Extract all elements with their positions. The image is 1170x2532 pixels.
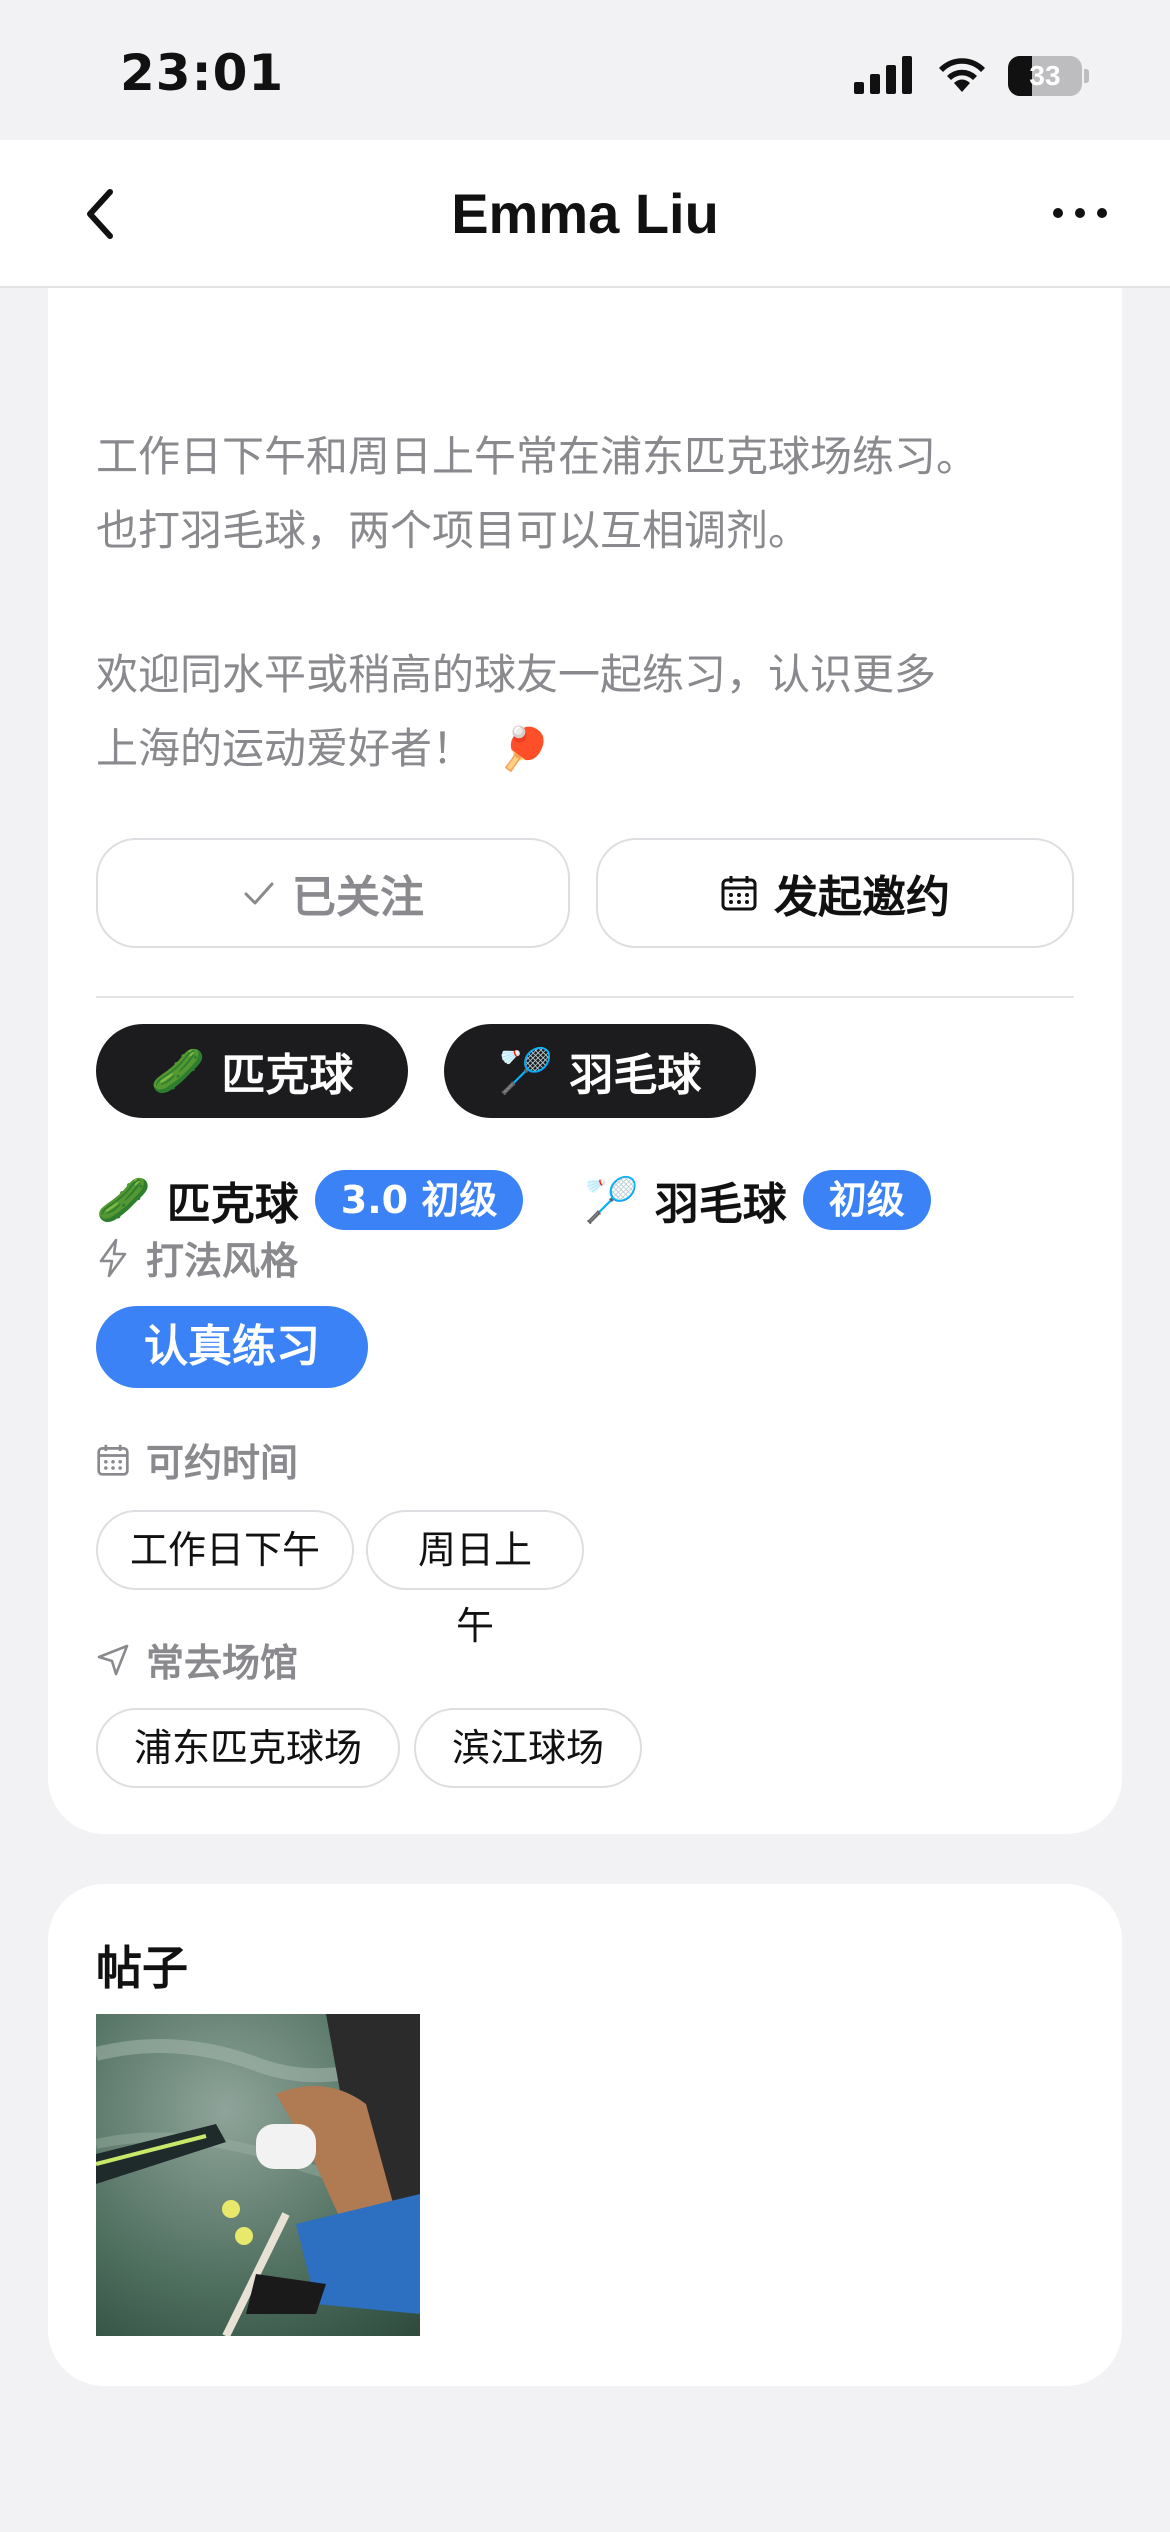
badminton-emoji: 🏸 xyxy=(498,1046,554,1097)
status-bar: 23:01 33 xyxy=(0,0,1170,140)
battery-percent: 33 xyxy=(1029,60,1061,91)
venues-heading: 常去场馆 xyxy=(96,1632,298,1687)
posts-card: 帖子 xyxy=(48,1884,1122,2386)
status-time: 23:01 xyxy=(120,44,285,102)
sport-level-badminton: 🏸 羽毛球 初级 xyxy=(584,1160,931,1240)
availability-chip: 工作日下午 xyxy=(96,1510,354,1590)
sport-name: 匹克球 xyxy=(166,1179,299,1230)
play-style-chip: 认真练习 xyxy=(96,1306,368,1388)
play-style-heading: 打法风格 xyxy=(96,1230,298,1285)
sport-level-pickleball: 🥒 匹克球 3.0 初级 xyxy=(96,1160,524,1240)
battery-icon: 33 xyxy=(1008,56,1089,96)
check-icon xyxy=(244,882,274,905)
following-label: 已关注 xyxy=(292,872,424,923)
location-arrow-icon xyxy=(97,1644,129,1675)
bio-line: 工作日下午和周日上午常在浦东匹克球场练习。 xyxy=(96,432,979,481)
cucumber-emoji: 🥒 xyxy=(150,1046,206,1097)
calendar-icon xyxy=(97,1444,129,1476)
cucumber-emoji: 🥒 xyxy=(96,1175,151,1226)
level-badge: 初级 xyxy=(802,1170,931,1230)
bio-line: 欢迎同水平或稍高的球友一起练习，认识更多 xyxy=(96,650,937,699)
cellular-signal-icon xyxy=(854,56,912,94)
venue-chip[interactable]: 滨江球场 xyxy=(414,1708,642,1788)
level-badge: 3.0 初级 xyxy=(314,1170,524,1230)
sport-tab-badminton[interactable]: 🏸 羽毛球 xyxy=(444,1024,756,1118)
availability-chip: 周日上午 xyxy=(366,1510,584,1648)
wifi-icon xyxy=(939,58,985,92)
availability-heading: 可约时间 xyxy=(96,1432,298,1487)
post-thumbnail[interactable] xyxy=(96,2014,420,2336)
bio-line: 上海的运动爱好者！ 🏓 xyxy=(96,724,551,773)
divider xyxy=(96,996,1074,998)
following-button[interactable]: 已关注 xyxy=(96,838,570,948)
ping-pong-emoji: 🏓 xyxy=(498,724,551,773)
navigation-bar: Emma Liu xyxy=(0,140,1170,288)
bio-line: 也打羽毛球，两个项目可以互相调剂。 xyxy=(96,506,811,555)
sport-name: 羽毛球 xyxy=(654,1179,787,1230)
venue-chip[interactable]: 浦东匹克球场 xyxy=(96,1708,400,1788)
lightning-icon xyxy=(99,1238,127,1277)
badminton-emoji: 🏸 xyxy=(584,1175,639,1226)
sport-tab-label: 羽毛球 xyxy=(569,1050,702,1101)
more-dots-icon[interactable] xyxy=(1050,198,1110,228)
profile-card: 持续提升中，也在学习双打战术。 工作日下午和周日上午常在浦东匹克球场练习。 也打… xyxy=(48,200,1122,1834)
invite-label: 发起邀约 xyxy=(774,872,950,923)
send-invite-button[interactable]: 发起邀约 xyxy=(596,838,1074,948)
sport-tab-pickleball[interactable]: 🥒 匹克球 xyxy=(96,1024,408,1118)
sport-tab-label: 匹克球 xyxy=(221,1050,354,1101)
page-title: Emma Liu xyxy=(451,182,719,245)
posts-heading: 帖子 xyxy=(96,1941,188,1995)
calendar-icon xyxy=(721,876,757,911)
